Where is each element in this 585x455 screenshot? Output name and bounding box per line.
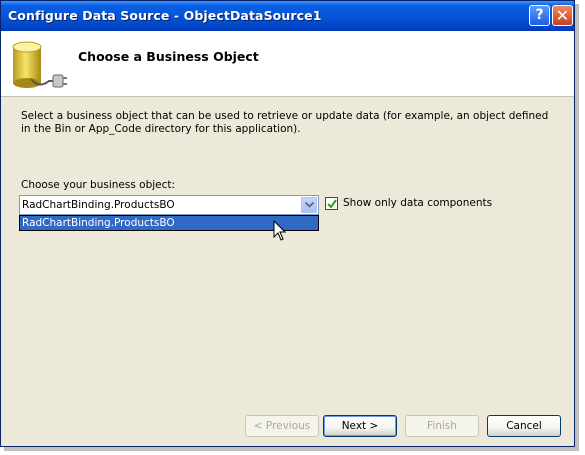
- page-title: Choose a Business Object: [78, 49, 259, 64]
- mouse-pointer-icon: [273, 219, 289, 244]
- dropdown-option-label: RadChartBinding.ProductsBO: [22, 217, 175, 229]
- show-only-data-components-label[interactable]: Show only data components: [343, 197, 492, 209]
- cancel-button[interactable]: Cancel: [487, 415, 561, 437]
- database-plug-icon: [9, 39, 69, 91]
- show-only-data-components-checkbox[interactable]: [325, 197, 338, 210]
- title-bar[interactable]: Configure Data Source - ObjectDataSource…: [1, 1, 574, 31]
- close-icon: ✕: [555, 6, 570, 25]
- dialog-window: Configure Data Source - ObjectDataSource…: [0, 0, 575, 447]
- business-object-label: Choose your business object:: [21, 179, 176, 191]
- chevron-down-icon: [305, 202, 314, 208]
- wizard-header: Choose a Business Object: [1, 31, 574, 97]
- close-button[interactable]: ✕: [552, 5, 573, 26]
- help-button[interactable]: ?: [529, 5, 550, 26]
- description-text: Select a business object that can be use…: [21, 110, 549, 135]
- business-object-selected: RadChartBinding.ProductsBO: [22, 199, 175, 211]
- business-object-combobox[interactable]: RadChartBinding.ProductsBO: [19, 195, 319, 215]
- checkmark-icon: [327, 199, 337, 209]
- previous-button[interactable]: < Previous: [245, 415, 319, 437]
- next-button[interactable]: Next >: [323, 415, 397, 437]
- help-icon: ?: [535, 7, 544, 23]
- dropdown-button[interactable]: [301, 197, 317, 213]
- window-title: Configure Data Source - ObjectDataSource…: [8, 8, 322, 23]
- finish-button[interactable]: Finish: [405, 415, 479, 437]
